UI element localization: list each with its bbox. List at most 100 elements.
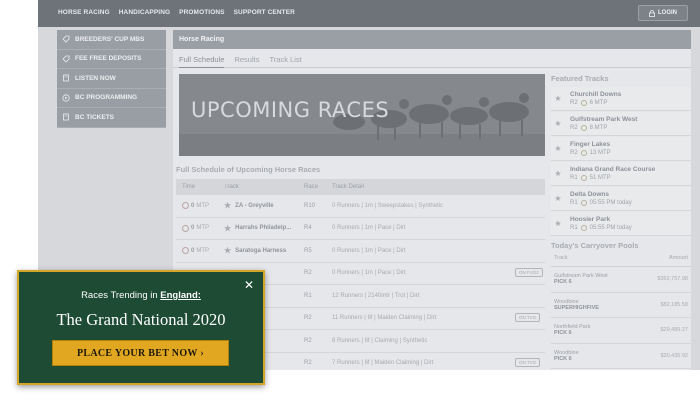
carryover-row[interactable]: Northfield Park PICK 6 $29,489.27: [551, 318, 691, 344]
featured-race: R2: [570, 150, 578, 156]
featured-race: R2: [570, 125, 578, 131]
star-icon[interactable]: ★: [224, 224, 231, 233]
document-icon: [63, 74, 69, 82]
sidebar-item-label: BC PROGRAMMING: [75, 94, 138, 102]
table-row[interactable]: 0 MTP ★ ZA - Greyville R10 0 Runners | 1m | …: [176, 195, 545, 218]
col-track: Track: [224, 184, 239, 190]
sidebar-item-fee-free[interactable]: FEE FREE DEPOSITS: [57, 50, 166, 69]
carryover-amount: $362,757.98: [657, 276, 688, 283]
star-icon[interactable]: ★: [551, 194, 565, 203]
table-row[interactable]: 0 MTP ★ Harrahs Philadelp... R4 0 Runners | …: [176, 218, 545, 240]
track-detail: 0 Runners | 1m | Pace | Dirt: [332, 270, 406, 277]
featured-mtp: 51 MTP: [589, 175, 611, 181]
track-detail: 11 Runners | 6f | Maiden Claiming | Dirt: [332, 315, 437, 322]
sidebar-item-bc-programming[interactable]: BC PROGRAMMING: [57, 89, 166, 108]
nav-link-support-center[interactable]: SUPPORT CENTER: [234, 9, 295, 16]
star-icon[interactable]: ★: [551, 94, 565, 103]
featured-race: R1: [570, 175, 578, 181]
featured-track-name: Finger Lakes: [570, 141, 611, 148]
col-track: Track: [554, 255, 568, 261]
track-detail: 7 Runners | 6f | Maiden Claiming | Dirt: [332, 360, 434, 367]
carryover-title: Today's Carryover Pools: [551, 241, 639, 250]
track-name[interactable]: ★ Harrahs Philadelp...: [224, 224, 304, 233]
carryover-amount: $20,435.92: [660, 352, 688, 359]
track-name[interactable]: ★ Saratoga Harness: [224, 246, 304, 255]
track-detail: 12 Runners | 2140mtr | Trot | Dirt: [332, 292, 420, 299]
tvg-cell: ON FVG2: [515, 268, 545, 278]
sidebar-item-bc-tickets[interactable]: BC TICKETS: [57, 108, 166, 128]
sidebar-item-label: BC TICKETS: [75, 113, 114, 121]
tag-icon: [62, 35, 70, 43]
featured-track-name: Indiana Grand Race Course: [570, 166, 656, 173]
trend-line: Races Trending in England:: [19, 290, 263, 301]
star-icon[interactable]: ★: [224, 246, 231, 255]
popup-headline: The Grand National 2020: [56, 310, 226, 329]
featured-track-item[interactable]: ★ Hoosier Park R1 05:55 PM today: [551, 212, 691, 236]
sidebar-item-breeders-cup[interactable]: BREEDERS' CUP MBS: [57, 30, 166, 50]
featured-track-item[interactable]: ★ Churchill Downs R2 6 MTP: [551, 87, 691, 111]
featured-mtp: 8 MTP: [589, 125, 608, 131]
login-button[interactable]: LOGIN: [638, 5, 688, 21]
race-time: 0 MTP: [176, 202, 224, 210]
featured-track-name: Hoosier Park: [570, 216, 611, 223]
star-icon[interactable]: ★: [551, 119, 565, 128]
race-number: R2: [304, 337, 312, 344]
trend-place-link[interactable]: England:: [160, 290, 201, 301]
tvg-badge[interactable]: ON TVG: [515, 358, 541, 368]
featured-track-item[interactable]: ★ Delta Downs R1 05:55 PM today: [551, 187, 691, 211]
race-number: R1: [304, 292, 312, 299]
race-number: R2: [304, 315, 312, 322]
star-icon[interactable]: ★: [551, 219, 565, 228]
featured-track-item[interactable]: ★ Finger Lakes R2 13 MTP: [551, 137, 691, 161]
carryover-row[interactable]: Woodbine PICK 6 $20,435.92: [551, 344, 691, 369]
nav-link-handicapping[interactable]: HANDICAPPING: [119, 9, 170, 16]
col-race: Race: [304, 184, 319, 190]
track-detail: 0 Runners | 1m | Pace | Dirt: [332, 225, 406, 232]
carryover-amount: $82,185.58: [660, 301, 688, 308]
featured-track-item[interactable]: ★ Gulfstream Park West R2 8 MTP: [551, 112, 691, 136]
track-name[interactable]: ★ ZA - Greyville: [224, 201, 304, 210]
promo-popup: ✕ Races Trending in England: The Grand N…: [17, 270, 265, 385]
clock-icon: [580, 200, 587, 206]
race-number: R10: [304, 202, 316, 209]
track-detail: 0 Runners | 1m | Pace | Dirt: [332, 247, 406, 254]
nav-link-horse-racing[interactable]: HORSE RACING: [58, 9, 110, 16]
tab-full-schedule[interactable]: Full Schedule: [179, 55, 225, 68]
clock-icon: [580, 225, 587, 231]
featured-track-name: Gulfstream Park West: [570, 116, 638, 123]
featured-mtp: 13 MTP: [589, 150, 611, 156]
sidebar-item-label: LISTEN NOW: [75, 74, 116, 82]
tvg-badge[interactable]: ON TVG: [515, 313, 541, 323]
star-icon[interactable]: ★: [224, 201, 231, 210]
featured-track-item[interactable]: ★ Indiana Grand Race Course R1 51 MTP: [551, 162, 691, 186]
star-icon[interactable]: ★: [551, 144, 565, 153]
sidebar-item-label: BREEDERS' CUP MBS: [75, 35, 145, 43]
table-header: Time Track Race Track Detail: [176, 179, 545, 195]
featured-mtp: 05:55 PM today: [589, 225, 632, 231]
race-time: 0 MTP: [176, 247, 224, 255]
carryover-header: Track Amount: [551, 255, 691, 267]
tab-track-list[interactable]: Track List: [269, 55, 301, 67]
schedule-title: Full Schedule of Upcoming Horse Races: [176, 165, 321, 174]
tvg-badge[interactable]: ON FVG2: [515, 268, 543, 278]
carryover-track: Woodbine PICK 6: [554, 349, 579, 362]
sidebar-item-listen-now[interactable]: LISTEN NOW: [57, 69, 166, 89]
section-title: Horse Racing: [173, 30, 691, 49]
clock-icon: [580, 125, 587, 131]
carryover-row[interactable]: Gulfstream Park West PICK 6 $362,757.98: [551, 267, 691, 293]
star-icon[interactable]: ★: [551, 169, 565, 178]
featured-mtp: 05:55 PM today: [589, 200, 632, 206]
clock-icon: [580, 150, 587, 156]
featured-tracks: Featured Tracks ★ Churchill Downs R2 6 MTP ★…: [551, 74, 691, 237]
race-number: R5: [304, 247, 312, 254]
place-bet-button[interactable]: PLACE YOUR BET NOW ›: [52, 340, 229, 366]
carryover-row[interactable]: Woodbine SUPERHIGHFIVE $82,185.58: [551, 293, 691, 318]
nav-link-promotions[interactable]: PROMOTIONS: [179, 9, 224, 16]
race-number: R2: [304, 270, 312, 277]
featured-title: Featured Tracks: [551, 74, 609, 83]
clock-icon: [182, 224, 189, 232]
table-row[interactable]: 0 MTP ★ Saratoga Harness R5 0 Runners | 1m |…: [176, 240, 545, 263]
tab-results[interactable]: Results: [234, 55, 259, 67]
play-icon: [62, 94, 70, 102]
featured-race: R2: [570, 100, 578, 106]
